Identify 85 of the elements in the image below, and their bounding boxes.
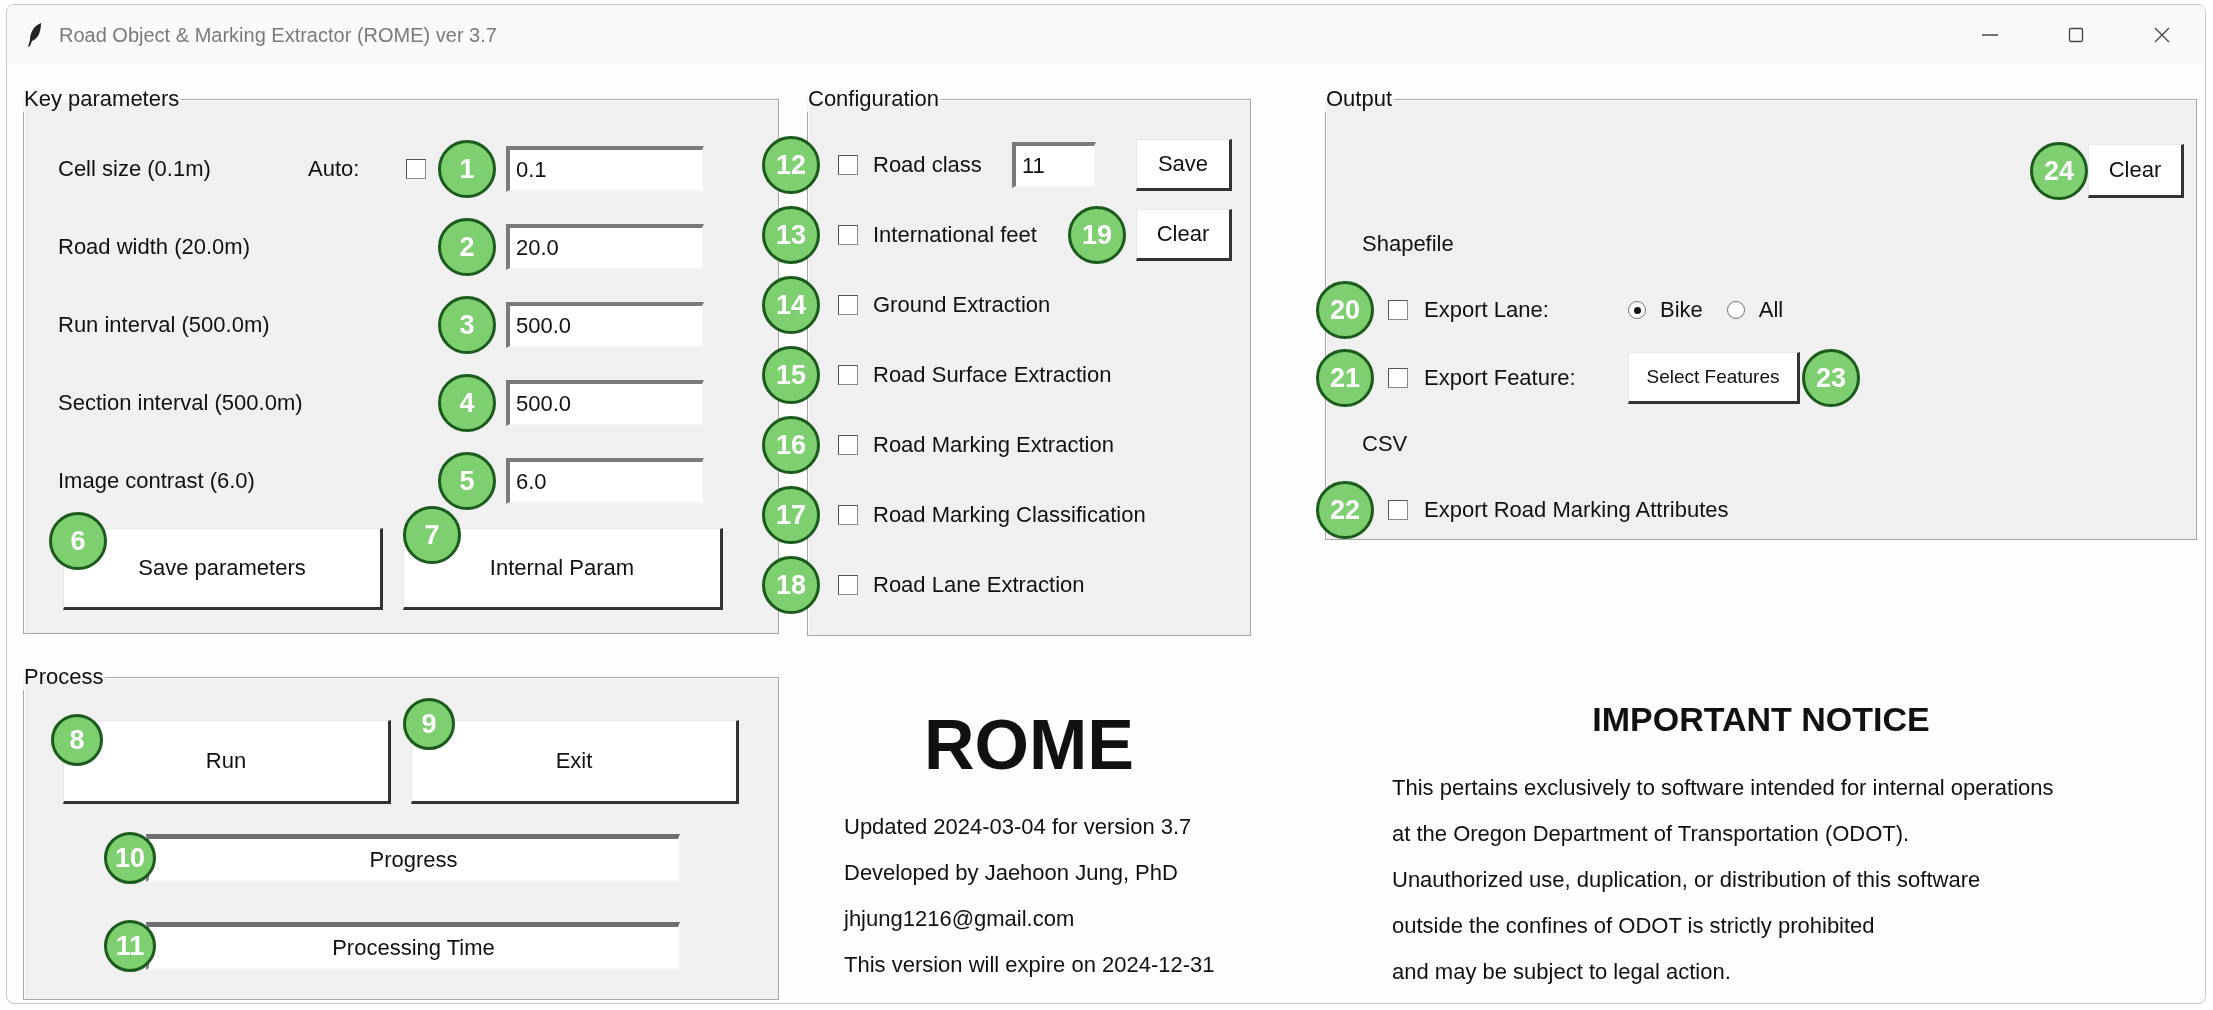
checkbox[interactable] — [838, 505, 858, 525]
callout-badge: 21 — [1316, 349, 1374, 407]
option-label: International feet — [873, 221, 1037, 249]
checkbox[interactable] — [838, 295, 858, 315]
minimize-icon — [1982, 34, 1998, 36]
section-heading: Shapefile — [1361, 230, 1455, 258]
callout-badge: 18 — [762, 556, 820, 614]
callout-badge: 14 — [762, 276, 820, 334]
callout-badge: 11 — [104, 920, 156, 972]
checkbox[interactable] — [406, 159, 426, 179]
callout-badge: 20 — [1316, 281, 1374, 339]
section-heading: CSV — [1361, 430, 1409, 458]
checkbox[interactable] — [1388, 300, 1408, 320]
notice-line: Unauthorized use, duplication, or distribution of this software — [1391, 866, 1982, 894]
save-button[interactable]: Save — [1136, 139, 1232, 191]
notice-line: at the Oregon Department of Transportation (ODOT). — [1391, 820, 1911, 848]
close-icon — [2152, 25, 2172, 45]
checkbox[interactable] — [838, 365, 858, 385]
clear-button[interactable]: Clear — [2088, 144, 2184, 198]
callout-badge: 23 — [1802, 349, 1860, 407]
notice-line: and may be subject to legal action. — [1391, 958, 1732, 986]
info-line: This version will expire on 2024-12-31 — [843, 951, 1216, 979]
info-line: Updated 2024-03-04 for version 3.7 — [843, 813, 1193, 841]
callout-badge: 6 — [49, 512, 107, 570]
checkbox[interactable] — [838, 225, 858, 245]
panel-title: Key parameters — [23, 86, 181, 112]
callout-badge: 13 — [762, 206, 820, 264]
notice-line: outside the confines of ODOT is strictly prohibited — [1391, 912, 1876, 940]
input-field[interactable]: 20.0 — [506, 224, 704, 270]
callout-badge: 22 — [1316, 481, 1374, 539]
input-field[interactable]: 500.0 — [506, 302, 704, 348]
callout-badge: 12 — [762, 136, 820, 194]
select-features-button[interactable]: Select Features — [1628, 352, 1800, 404]
callout-badge: 2 — [438, 218, 496, 276]
app-name: ROME — [924, 710, 1134, 780]
info-line: jhjung1216@gmail.com — [842, 905, 1076, 933]
callout-badge: 16 — [762, 416, 820, 474]
option-label: Road Marking Classification — [873, 501, 1146, 529]
callout-badge: 9 — [403, 698, 455, 750]
panel-title: Process — [23, 664, 105, 690]
parameter-label: Run interval (500.0m) — [58, 311, 271, 339]
panel-title: Output — [1325, 86, 1394, 112]
callout-badge: 15 — [762, 346, 820, 404]
callout-badge: 19 — [1068, 206, 1126, 264]
input-field[interactable]: 500.0 — [506, 380, 704, 426]
notice-title: IMPORTANT NOTICE — [1592, 700, 1930, 739]
option-label: Road Surface Extraction — [873, 361, 1112, 389]
window-title: Road Object & Marking Extractor (ROME) ver 3.7 — [59, 23, 497, 47]
input-field[interactable]: 6.0 — [506, 458, 704, 504]
option-label: Road class — [873, 151, 982, 179]
option-label: Road Lane Extraction — [873, 571, 1085, 599]
callout-badge: 24 — [2030, 142, 2088, 200]
checkbox[interactable] — [1388, 500, 1408, 520]
radio-button[interactable]: All — [1726, 297, 1784, 323]
option-label: Road Marking Extraction — [873, 431, 1114, 459]
callout-badge: 5 — [438, 452, 496, 510]
checkbox[interactable] — [838, 575, 858, 595]
checkbox[interactable] — [838, 155, 858, 175]
input-field[interactable]: 11 — [1012, 142, 1096, 188]
parameter-label: Cell size (0.1m) — [58, 155, 212, 183]
option-label: Export Feature: — [1424, 364, 1577, 392]
feather-icon — [27, 22, 43, 48]
callout-badge: 3 — [438, 296, 496, 354]
input-field[interactable]: 0.1 — [506, 146, 704, 192]
callout-badge: 1 — [438, 140, 496, 198]
parameter-label: Road width (20.0m) — [58, 233, 251, 261]
parameter-label: Section interval (500.0m) — [58, 389, 304, 417]
callout-badge: 10 — [104, 832, 156, 884]
option-label: Export Road Marking Attributes — [1424, 496, 1729, 524]
callout-badge: 7 — [403, 506, 461, 564]
option-label: Ground Extraction — [873, 291, 1051, 319]
panel-title: Configuration — [807, 86, 940, 112]
info-line: Developed by Jaehoon Jung, PhD — [843, 859, 1179, 887]
callout-badge: 4 — [438, 374, 496, 432]
clear-button[interactable]: Clear — [1136, 209, 1232, 261]
parameter-label: Image contrast (6.0) — [58, 467, 256, 495]
notice-line: This pertains exclusively to software intended for internal operations — [1391, 774, 2055, 802]
checkbox[interactable] — [838, 435, 858, 455]
auto-label: Auto: — [308, 155, 361, 183]
maximize-icon — [2066, 25, 2086, 45]
callout-badge: 8 — [51, 714, 103, 766]
callout-badge: 17 — [762, 486, 820, 544]
option-label: Export Lane: — [1424, 296, 1550, 324]
checkbox[interactable] — [1388, 368, 1408, 388]
radio-button[interactable]: Bike — [1628, 297, 1703, 323]
